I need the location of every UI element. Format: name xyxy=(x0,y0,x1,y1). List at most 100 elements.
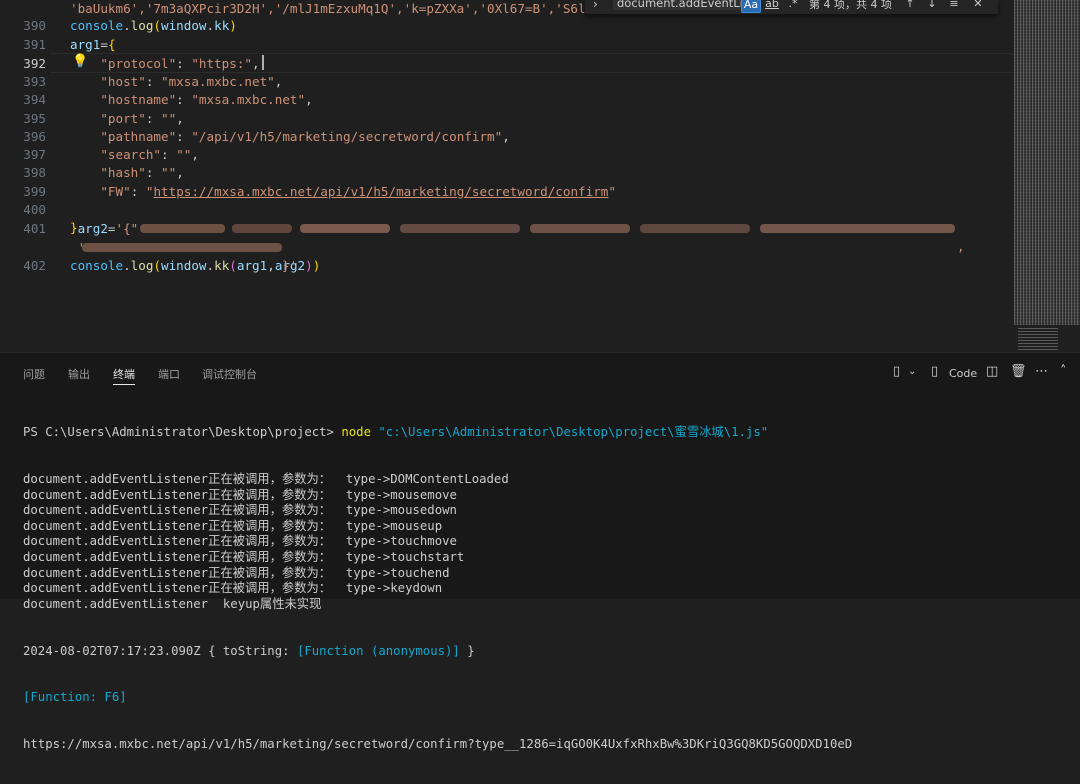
code-text: arg2='{" xyxy=(70,220,139,238)
find-in-selection-icon[interactable]: ≡ xyxy=(947,0,961,11)
tab-debug-console[interactable]: 调试控制台 xyxy=(202,366,257,382)
terminal-log-line: document.addEventListener正在被调用，参数为： type… xyxy=(23,581,443,596)
code-token: : xyxy=(176,56,192,71)
code-token: arg1 xyxy=(236,258,268,273)
whole-word-button[interactable]: ab xyxy=(763,0,781,11)
code-token: : xyxy=(161,147,177,162)
code-text: "pathname": "/api/v1/h5/marketing/secret… xyxy=(70,128,510,146)
code-token: = xyxy=(107,221,116,236)
regex-button[interactable]: .* xyxy=(785,0,801,11)
terminal-output[interactable]: PS C:\Users\Administrator\Desktop\projec… xyxy=(23,394,1080,784)
code-token: . xyxy=(123,18,131,33)
lightbulb-icon[interactable]: 💡 xyxy=(72,54,88,70)
code-token: : xyxy=(176,92,192,107)
split-terminal-icon[interactable]: ▯ xyxy=(893,364,900,379)
code-text: arg1={ xyxy=(70,36,116,54)
code-token: : xyxy=(145,165,162,180)
tab-terminal[interactable]: 终端 xyxy=(113,366,135,382)
code-token: : xyxy=(130,184,146,199)
line-number: 399 xyxy=(23,184,46,199)
line-number: 393 xyxy=(23,74,46,89)
line-number: 392 xyxy=(23,56,46,71)
bottom-panel: 问题 输出 终端 端口 调试控制台 ▯ ⌄ ▯ Code ◫ 🗑 ⋯ ˄ PS … xyxy=(0,352,1080,751)
code-line-401-tail: , xyxy=(957,239,965,254)
code-token: "hash" xyxy=(100,165,146,180)
minimap[interactable] xyxy=(1014,0,1080,352)
split-panel-icon[interactable]: ◫ xyxy=(986,364,998,379)
terminal-profile-label[interactable]: Code xyxy=(949,367,977,380)
code-token: "" xyxy=(161,165,177,180)
terminal-log-line: document.addEventListener正在被调用，参数为： type… xyxy=(23,487,457,502)
code-token: : xyxy=(145,74,162,89)
code-token: console xyxy=(70,18,124,33)
previous-match-icon[interactable]: ↑ xyxy=(903,0,917,11)
code-token: "/api/v1/h5/marketing/secretword/confirm… xyxy=(191,129,503,144)
match-case-button[interactable]: Aa xyxy=(741,0,761,13)
code-token: ( xyxy=(229,258,237,273)
next-match-icon[interactable]: ↓ xyxy=(925,0,939,11)
code-token: , xyxy=(274,74,283,89)
code-token: https://mxsa.mxbc.net/api/v1/h5/marketin… xyxy=(153,184,609,199)
code-token: , xyxy=(176,165,184,180)
terminal-log-line: document.addEventListener正在被调用，参数为： type… xyxy=(23,503,457,518)
code-token: "pathname" xyxy=(100,129,177,144)
terminal-profile-icon[interactable]: ▯ xyxy=(931,364,938,379)
code-token: window xyxy=(161,258,207,273)
code-token: : xyxy=(145,111,162,126)
code-token: ) xyxy=(312,258,321,273)
line-number: 397 xyxy=(23,147,46,162)
terminal-log-line: document.addEventListener正在被调用，参数为： type… xyxy=(23,565,450,580)
terminal-url-line: https://mxsa.mxbc.net/api/v1/h5/marketin… xyxy=(23,737,853,752)
match-count: 第 4 项，共 4 项 xyxy=(809,0,892,11)
code-text: "hostname": "mxsa.mxbc.net", xyxy=(70,91,312,109)
code-token: "hostname" xyxy=(100,92,177,107)
code-text: 'baUukm6','7m3aQXPcir3D2H','/mlJ1mEzxuMq… xyxy=(70,0,593,18)
toggle-replace-chevron-icon[interactable]: › xyxy=(593,0,598,11)
code-token: "" xyxy=(161,111,177,126)
tab-ports[interactable]: 端口 xyxy=(158,366,180,382)
code-token: arg1 xyxy=(70,37,101,52)
find-input[interactable] xyxy=(613,0,749,10)
code-token: . xyxy=(206,258,215,273)
active-tab-indicator xyxy=(113,384,135,385)
code-token: , xyxy=(502,129,510,144)
code-line-400-brace: } xyxy=(70,220,78,235)
code-text: "hash": "", xyxy=(70,164,184,182)
code-token: console xyxy=(70,258,124,273)
code-token: 'baUukm6','7m3aQXPcir3D2H','/mlJ1mEzxuMq… xyxy=(70,1,594,16)
code-token: , xyxy=(191,147,199,162)
line-number: 395 xyxy=(23,111,46,126)
code-token: '{" xyxy=(115,221,139,236)
code-token: "FW" xyxy=(100,184,131,199)
code-token: kk xyxy=(214,18,230,33)
maximize-panel-chevron-icon[interactable]: ˄ xyxy=(1060,364,1067,379)
terminal-log-line: document.addEventListener正在被调用，参数为： type… xyxy=(23,549,465,564)
code-editor[interactable]: 'baUukm6','7m3aQXPcir3D2H','/mlJ1mEzxuMq… xyxy=(0,0,1014,352)
code-text: console.log(window.kk) xyxy=(70,17,237,35)
panel-tabs: 问题 输出 终端 端口 调试控制台 ▯ ⌄ ▯ Code ◫ 🗑 ⋯ ˄ xyxy=(0,353,1080,393)
code-token: ) xyxy=(229,18,237,33)
terminal-prompt-line: PS C:\Users\Administrator\Desktop\projec… xyxy=(23,425,769,440)
code-token: ( xyxy=(153,258,162,273)
tab-problems[interactable]: 问题 xyxy=(23,366,45,382)
code-token: "https:" xyxy=(191,56,253,71)
terminal-dropdown-chevron-icon[interactable]: ⌄ xyxy=(908,366,916,377)
code-token: ( xyxy=(153,18,162,33)
line-number: 390 xyxy=(23,18,46,33)
code-token: { xyxy=(107,37,116,52)
tab-output[interactable]: 输出 xyxy=(68,366,90,382)
more-actions-icon[interactable]: ⋯ xyxy=(1035,364,1048,379)
close-find-icon[interactable]: ✕ xyxy=(971,0,985,11)
terminal-log-line: document.addEventListener正在被调用，参数为： type… xyxy=(23,471,509,486)
code-token: ) xyxy=(305,258,313,273)
terminal-timestamp-line: 2024-08-02T07:17:23.090Z { toString: [Fu… xyxy=(23,643,475,658)
trash-icon[interactable]: 🗑 xyxy=(1010,364,1027,379)
code-token: "protocol" xyxy=(100,56,177,71)
line-number: 398 xyxy=(23,165,46,180)
code-token: " xyxy=(608,184,616,199)
